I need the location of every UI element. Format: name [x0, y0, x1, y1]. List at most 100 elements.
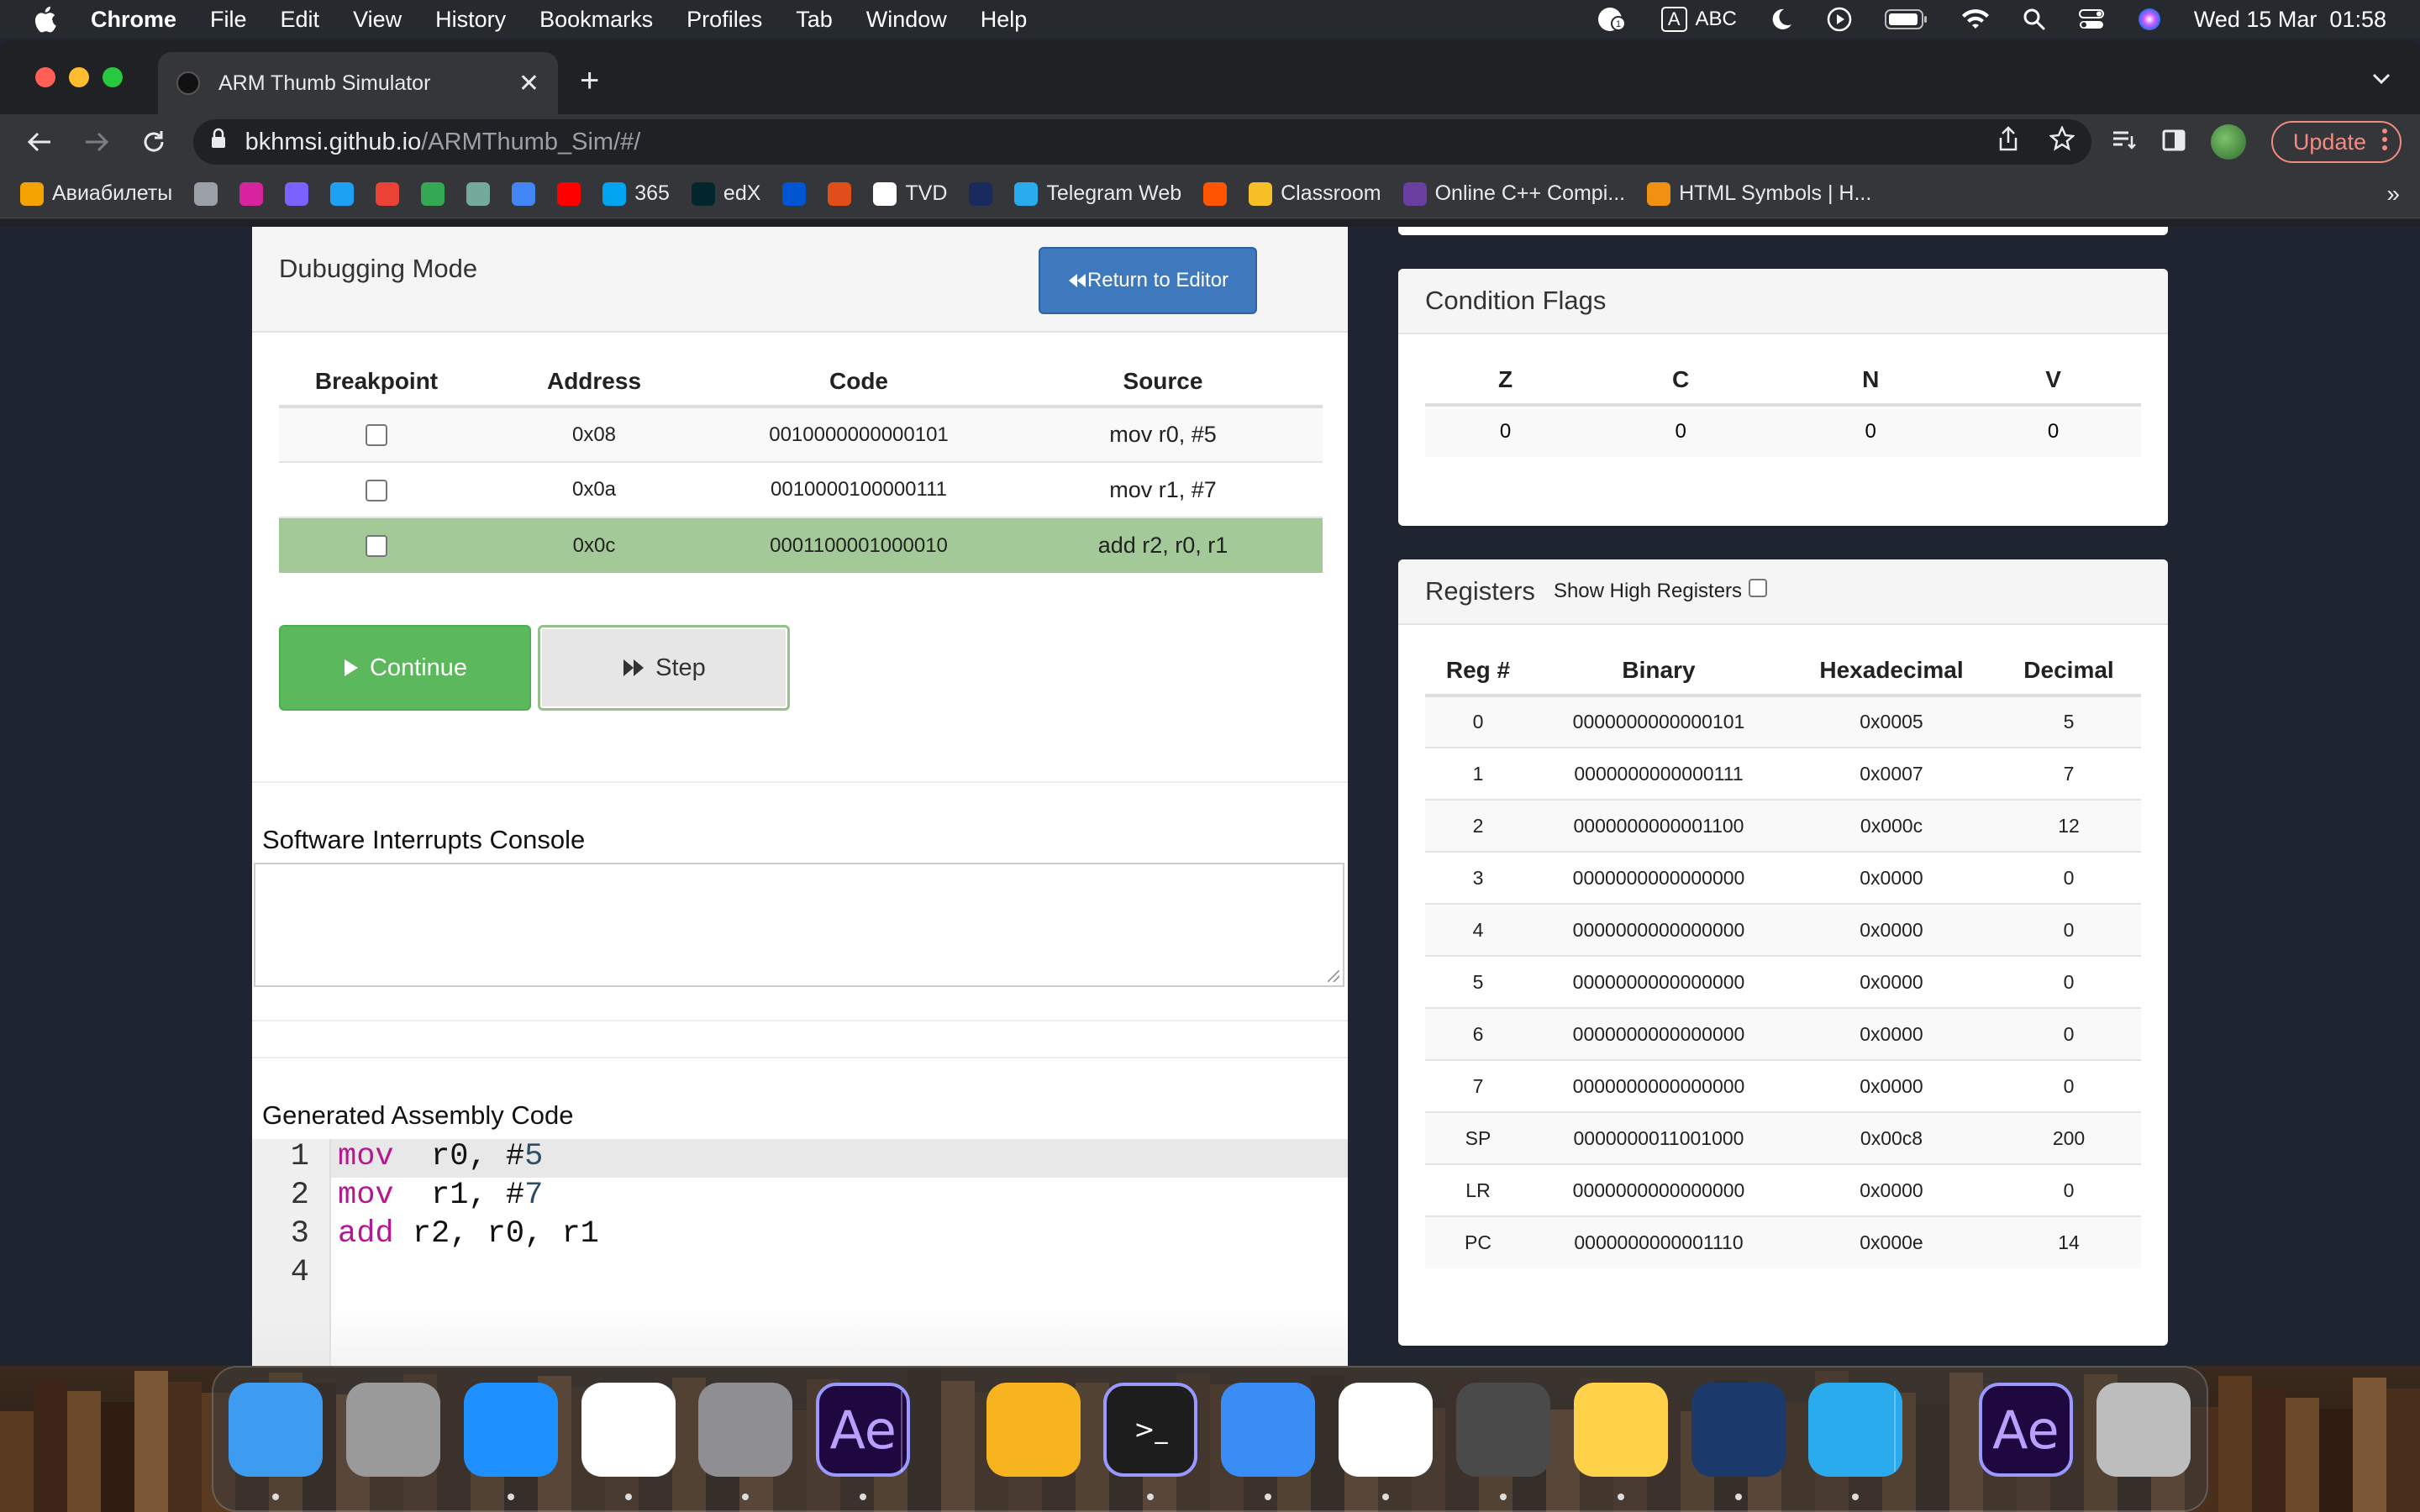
show-high-registers-toggle[interactable]: Show High Registers	[1554, 579, 1768, 603]
register-decimal-cell: 0	[1996, 1007, 2141, 1060]
menu-bookmarks[interactable]: Bookmarks	[539, 7, 653, 33]
register-decimal-cell: 0	[1996, 851, 2141, 904]
bookmark-item[interactable]: Telegram Web	[1014, 181, 1181, 206]
bookmark-item[interactable]	[969, 181, 993, 206]
input-source-menu[interactable]: A ABC	[1660, 7, 1737, 32]
window-minimize-button[interactable]	[69, 67, 89, 87]
after-effects-doc-icon[interactable]: Ae	[1978, 1383, 2073, 1477]
code-line: add r2, r0, r1	[338, 1216, 599, 1252]
bookmark-item[interactable]	[421, 181, 445, 206]
reload-icon[interactable]	[133, 121, 175, 163]
bookmark-item[interactable]	[1203, 181, 1228, 206]
trash-icon[interactable]	[2096, 1383, 2191, 1477]
menu-app-name[interactable]: Chrome	[91, 7, 176, 33]
menu-profiles[interactable]: Profiles	[687, 7, 762, 33]
notes-icon[interactable]	[1573, 1383, 1668, 1477]
play-circle-icon[interactable]	[1826, 6, 1853, 33]
wifi-icon[interactable]	[1960, 8, 1991, 31]
new-tab-plus-icon[interactable]: +	[580, 62, 599, 100]
register-binary-cell: 0000000000000000	[1531, 1059, 1786, 1112]
bookmark-item[interactable]: edX	[691, 181, 760, 206]
mail-icon[interactable]	[1221, 1383, 1316, 1477]
bookmark-item[interactable]	[376, 181, 400, 206]
notification-badge-icon[interactable]: 1	[1596, 5, 1629, 34]
bookmark-item[interactable]: TVD	[873, 181, 947, 206]
menu-history[interactable]: History	[435, 7, 506, 33]
siri-icon[interactable]	[2137, 7, 2162, 32]
vscode-icon[interactable]	[1339, 1383, 1434, 1477]
running-indicator	[507, 1494, 514, 1500]
step-button[interactable]: Step	[538, 625, 790, 711]
launchpad-icon[interactable]	[345, 1383, 440, 1477]
window-close-button[interactable]	[35, 67, 55, 87]
continue-button[interactable]: Continue	[279, 625, 531, 711]
focus-moon-icon[interactable]	[1769, 7, 1794, 32]
bookmark-item[interactable]	[828, 181, 852, 206]
breakpoint-checkbox[interactable]	[366, 479, 387, 501]
tab-search-chevron-icon[interactable]	[2371, 66, 2391, 92]
finder-icon[interactable]	[229, 1383, 323, 1477]
terminal-icon[interactable]: >_	[1103, 1383, 1198, 1477]
share-icon[interactable]	[1997, 126, 2019, 158]
clock-datetime[interactable]: Wed 15 Mar 01:58	[2194, 7, 2386, 33]
profile-avatar[interactable]	[2210, 124, 2246, 160]
address-bar[interactable]: bkhmsi.github.io/ARMThumb_Sim/#/	[192, 119, 2091, 165]
breakpoint-checkbox[interactable]	[366, 424, 387, 447]
spotlight-search-icon[interactable]	[2023, 8, 2046, 31]
menu-window[interactable]: Window	[866, 7, 947, 33]
resize-grip-icon[interactable]	[1328, 970, 1339, 982]
quicktime-icon[interactable]	[1455, 1383, 1550, 1477]
bookmark-star-icon[interactable]	[2048, 124, 2075, 158]
menu-help[interactable]: Help	[981, 7, 1028, 33]
apple-logo-icon[interactable]	[32, 5, 66, 34]
wallpaper-book	[2319, 1409, 2353, 1512]
col-binary: Binary	[1531, 647, 1786, 697]
battery-icon[interactable]	[1884, 8, 1928, 30]
reading-list-icon[interactable]	[2112, 129, 2137, 155]
bookmark-item[interactable]: Classroom	[1249, 181, 1381, 206]
bookmarks-overflow-chevron-icon[interactable]: »	[2386, 181, 2400, 207]
bookmark-item[interactable]: Авиабилеты	[20, 181, 172, 206]
tab-arm-thumb-simulator[interactable]: ARM Thumb Simulator ✕	[158, 52, 558, 114]
bookmark-item[interactable]	[557, 181, 581, 206]
control-center-icon[interactable]	[2078, 8, 2105, 31]
software-interrupts-console[interactable]	[254, 863, 1344, 987]
bookmark-item[interactable]	[194, 181, 218, 206]
menu-edit[interactable]: Edit	[281, 7, 320, 33]
bookmark-item[interactable]: HTML Symbols | H...	[1647, 181, 1871, 206]
telegram-icon[interactable]	[1808, 1383, 1903, 1477]
safari-icon[interactable]	[463, 1383, 558, 1477]
youtube-icon	[557, 181, 581, 206]
chrome-canary-icon[interactable]	[986, 1383, 1081, 1477]
after-effects-icon[interactable]: Ae	[816, 1383, 911, 1477]
breakpoint-checkbox[interactable]	[366, 535, 387, 558]
forward-arrow-icon[interactable]	[76, 121, 118, 163]
lock-icon[interactable]	[210, 128, 227, 156]
register-name-cell: 0	[1425, 695, 1531, 748]
system-settings-icon[interactable]	[698, 1383, 793, 1477]
steam-icon[interactable]	[1691, 1383, 1786, 1477]
assembly-code-editor[interactable]: 1 2 3 4 mov r0, #5 mov r1, #7 add r2, r0…	[252, 1139, 1348, 1366]
back-arrow-icon[interactable]	[18, 121, 60, 163]
tab-close-icon[interactable]: ✕	[518, 69, 539, 98]
chrome-icon[interactable]	[581, 1383, 676, 1477]
register-name-cell: LR	[1425, 1163, 1531, 1216]
window-zoom-button[interactable]	[103, 67, 123, 87]
show-high-registers-checkbox[interactable]	[1749, 579, 1768, 597]
bookmark-item[interactable]	[512, 181, 536, 206]
menu-view[interactable]: View	[353, 7, 402, 33]
bookmark-item[interactable]	[782, 181, 807, 206]
bookmark-item[interactable]	[330, 181, 355, 206]
menu-file[interactable]: File	[210, 7, 247, 33]
bookmark-item[interactable]	[239, 181, 264, 206]
bookmark-item[interactable]	[285, 181, 309, 206]
bookmark-item[interactable]: Online C++ Compi...	[1402, 181, 1625, 206]
return-to-editor-button[interactable]: Return to Editor	[1039, 247, 1257, 314]
bookmark-item[interactable]: 365	[602, 181, 670, 206]
side-panel-icon[interactable]	[2162, 129, 2186, 155]
register-binary-cell: 0000000000000000	[1531, 851, 1786, 904]
register-decimal-cell: 14	[1996, 1215, 2141, 1268]
update-button[interactable]: Update	[2270, 121, 2402, 163]
bookmark-item[interactable]	[466, 181, 491, 206]
menu-tab[interactable]: Tab	[796, 7, 833, 33]
